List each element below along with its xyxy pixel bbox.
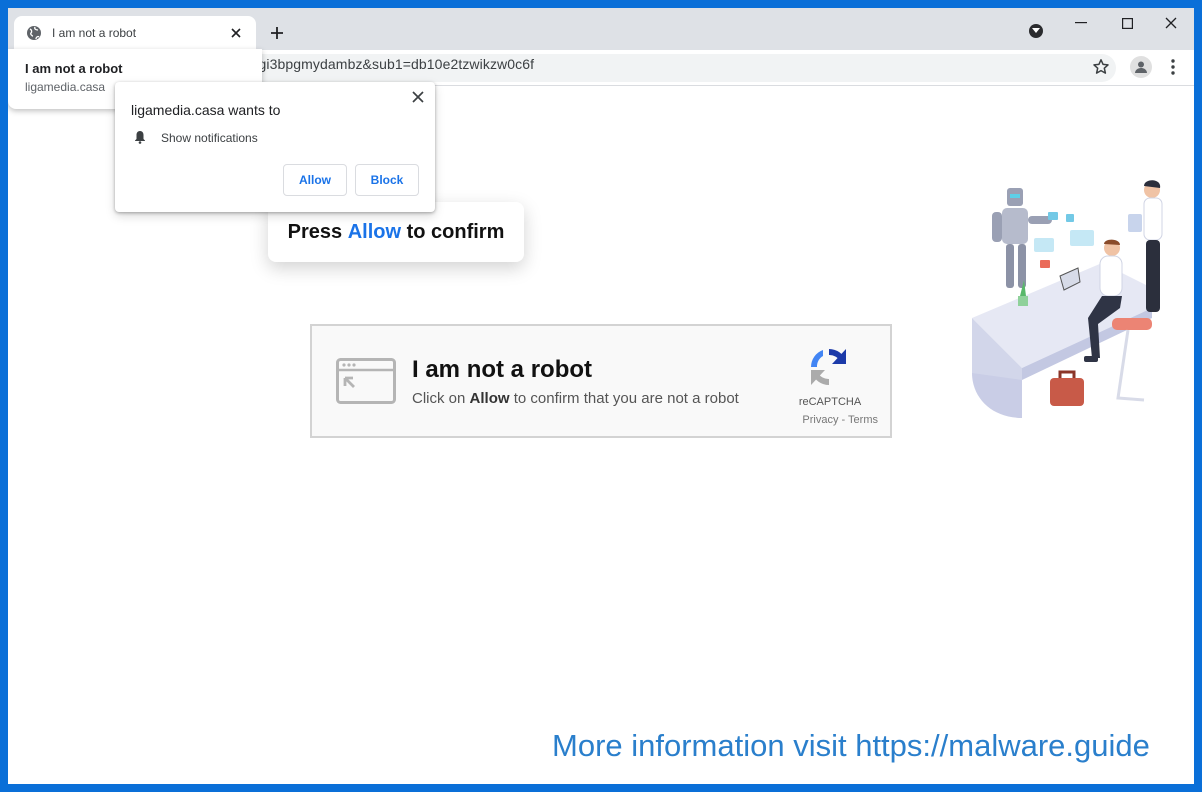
profile-avatar-icon[interactable] — [1130, 56, 1152, 78]
tab-active[interactable]: I am not a robot — [14, 16, 256, 50]
minimize-button[interactable] — [1058, 8, 1104, 38]
hover-card-title: I am not a robot — [25, 61, 123, 76]
browser-window: I am not a robot =gm4dcylegm5gi3bpgmydam… — [8, 8, 1194, 784]
bookmark-star-icon[interactable] — [1092, 58, 1110, 76]
recaptcha-logo-icon — [806, 344, 852, 390]
recaptcha-links[interactable]: Privacy - Terms — [782, 414, 878, 426]
tab-title: I am not a robot — [52, 26, 137, 40]
fake-captcha-box[interactable]: I am not a robot Click on Allow to confi… — [310, 324, 892, 438]
watermark-text: More information visit https://malware.g… — [552, 728, 1150, 763]
captcha-sub-bold: Allow — [469, 390, 510, 407]
captcha-sub-prefix: Click on — [412, 390, 466, 407]
bell-icon — [133, 130, 147, 144]
captcha-subtitle: Click on Allow to confirm that you are n… — [412, 390, 739, 407]
press-prefix: Press — [287, 220, 343, 243]
block-button[interactable]: Block — [355, 164, 419, 196]
tab-strip: I am not a robot — [8, 8, 1194, 50]
close-icon[interactable] — [411, 90, 425, 104]
tab-close-icon[interactable] — [228, 25, 244, 41]
notification-permission-prompt: ligamedia.casa wants to Show notificatio… — [115, 82, 435, 212]
press-suffix: to confirm — [406, 220, 505, 243]
permission-label: Show notifications — [161, 131, 258, 145]
tab-search-icon[interactable] — [1029, 24, 1043, 38]
browser-window-icon — [336, 358, 398, 406]
recaptcha-brand: reCAPTCHA — [798, 396, 862, 408]
allow-button[interactable]: Allow — [283, 164, 347, 196]
captcha-sub-suffix: to confirm that you are not a robot — [513, 390, 739, 407]
press-highlight: Allow — [347, 220, 402, 243]
prompt-title: ligamedia.casa wants to — [131, 102, 281, 118]
new-tab-button[interactable] — [266, 22, 288, 44]
maximize-button[interactable] — [1104, 8, 1150, 38]
menu-kebab-icon[interactable] — [1166, 58, 1180, 76]
captcha-title: I am not a robot — [412, 356, 592, 383]
close-window-button[interactable] — [1148, 8, 1194, 38]
office-robot-illustration — [952, 168, 1172, 428]
globe-icon — [26, 25, 42, 41]
